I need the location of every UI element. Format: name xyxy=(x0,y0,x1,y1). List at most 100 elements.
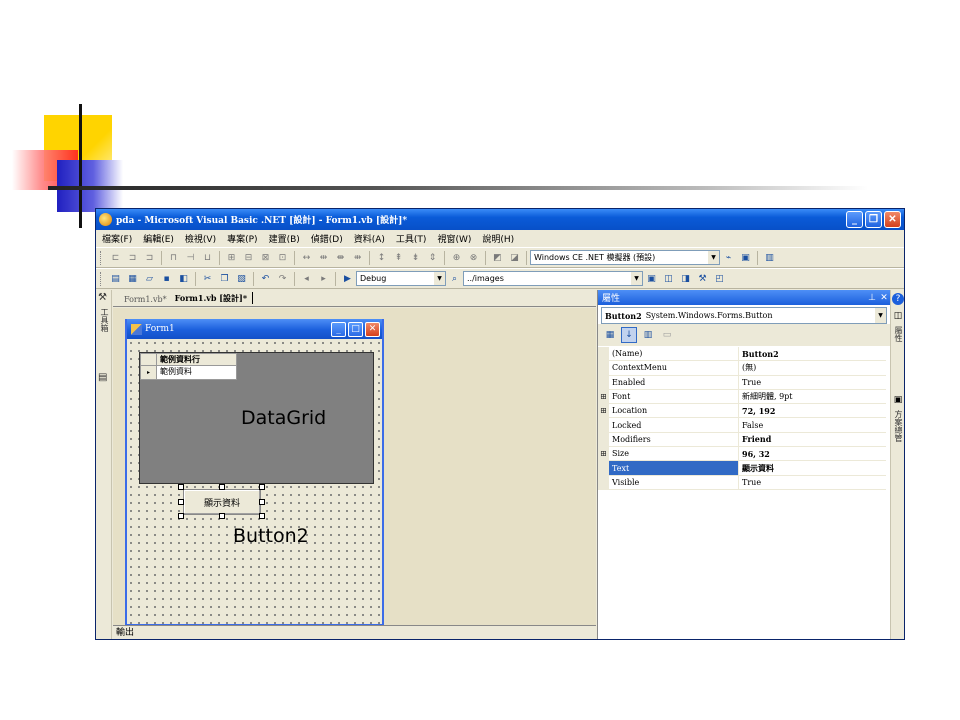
property-value[interactable]: 新細明體, 9pt xyxy=(739,390,886,403)
vertical-spacing-icon[interactable]: ↕ xyxy=(375,251,388,264)
remove-spacing-icon[interactable]: ⇻ xyxy=(351,251,364,264)
navigate-back-icon[interactable]: ◂ xyxy=(300,272,313,285)
property-row[interactable]: ContextMenu (無) xyxy=(598,361,886,376)
datagrid-cell[interactable]: 範例資料 xyxy=(157,366,237,380)
same-height-icon[interactable]: ⊠ xyxy=(259,251,272,264)
configuration-combo[interactable]: Debug ▼ xyxy=(356,271,446,286)
new-project-icon[interactable]: ▤ xyxy=(109,272,122,285)
find-in-files-icon[interactable]: ⌕ xyxy=(448,272,461,285)
property-name[interactable]: Enabled xyxy=(609,375,739,389)
minimize-button[interactable]: _ xyxy=(846,211,863,228)
property-value[interactable]: 72, 192 xyxy=(739,404,886,417)
property-row[interactable]: Modifiers Friend xyxy=(598,432,886,448)
alphabetical-icon[interactable]: ↓ xyxy=(621,327,637,343)
redo-icon[interactable]: ↷ xyxy=(276,272,289,285)
resize-handle-ne[interactable] xyxy=(259,484,265,490)
decrease-vspacing-icon[interactable]: ⇟ xyxy=(409,251,422,264)
property-value[interactable]: (無) xyxy=(739,361,886,374)
help-icon[interactable]: ? xyxy=(892,293,904,305)
bring-to-front-icon[interactable]: ◩ xyxy=(491,251,504,264)
resize-handle-nw[interactable] xyxy=(178,484,184,490)
device-options-icon[interactable]: ▣ xyxy=(739,251,752,264)
send-to-back-icon[interactable]: ◪ xyxy=(508,251,521,264)
form1-window[interactable]: Form1 _ □ ✕ 範例資料行 ▸ 範例資料 DataGrid 顯示資料 B… xyxy=(125,319,384,626)
resize-handle-w[interactable] xyxy=(178,499,184,505)
align-lefts-icon[interactable]: ⊏ xyxy=(109,251,122,264)
property-value[interactable]: False xyxy=(739,418,886,431)
menu-help[interactable]: 說明(H) xyxy=(482,232,514,245)
navigate-forward-icon[interactable]: ▸ xyxy=(317,272,330,285)
menu-data[interactable]: 資料(A) xyxy=(354,232,385,245)
property-row[interactable]: (Name) Button2 xyxy=(598,347,886,362)
properties-tab-label[interactable]: 屬性 xyxy=(893,326,904,342)
resize-handle-e[interactable] xyxy=(259,499,265,505)
solution-explorer-tab-icon[interactable]: ▣ xyxy=(892,394,904,406)
categorized-icon[interactable]: ▦ xyxy=(602,327,618,343)
property-name[interactable]: Modifiers xyxy=(609,432,739,447)
form-close-icon[interactable]: ✕ xyxy=(365,321,380,337)
menu-tools[interactable]: 工具(T) xyxy=(396,232,427,245)
form1-body[interactable]: 範例資料行 ▸ 範例資料 DataGrid 顯示資料 Button2 xyxy=(127,339,382,624)
properties-view-icon[interactable]: ▥ xyxy=(640,327,656,343)
undo-icon[interactable]: ↶ xyxy=(259,272,272,285)
server-explorer-tab-icon[interactable]: ▤ xyxy=(98,372,107,383)
toolbar-grip[interactable] xyxy=(100,250,103,265)
datagrid-row[interactable]: ▸ 範例資料 xyxy=(140,366,237,380)
resize-handle-se[interactable] xyxy=(259,513,265,519)
property-name[interactable]: Text xyxy=(609,461,739,475)
expand-icon[interactable]: ⊞ xyxy=(598,447,609,461)
resize-handle-sw[interactable] xyxy=(178,513,184,519)
property-value[interactable]: True xyxy=(739,376,886,389)
property-name[interactable]: Size xyxy=(609,447,739,461)
add-item-icon[interactable]: ▦ xyxy=(126,272,139,285)
center-horizontally-icon[interactable]: ⊕ xyxy=(450,251,463,264)
restore-button[interactable]: ❐ xyxy=(865,211,882,228)
property-row-selected[interactable]: Text 顯示資料 xyxy=(598,461,886,476)
object-browser-icon[interactable]: ◨ xyxy=(679,272,692,285)
solution-explorer-icon[interactable]: ▣ xyxy=(645,272,658,285)
paste-icon[interactable]: ▧ xyxy=(235,272,248,285)
solution-explorer-tab-label[interactable]: 方案總管 xyxy=(893,410,904,442)
property-row[interactable]: ⊞ Size 96, 32 xyxy=(598,447,886,462)
align-centers-icon[interactable]: ⊐ xyxy=(126,251,139,264)
close-button[interactable]: ✕ xyxy=(884,211,901,228)
window-titlebar[interactable]: pda - Microsoft Visual Basic .NET [設計] -… xyxy=(96,209,904,230)
menu-build[interactable]: 建置(B) xyxy=(269,232,300,245)
align-middles-icon[interactable]: ⊣ xyxy=(184,251,197,264)
form-designer-surface[interactable]: Form1 _ □ ✕ 範例資料行 ▸ 範例資料 DataGrid 顯示資料 B… xyxy=(113,308,596,626)
output-panel-tab[interactable]: 輸出 xyxy=(113,625,596,639)
menu-view[interactable]: 檢視(V) xyxy=(185,232,216,245)
properties-window-icon[interactable]: ◫ xyxy=(662,272,675,285)
expand-icon[interactable]: ⊞ xyxy=(598,404,609,418)
property-value[interactable]: True xyxy=(739,476,886,489)
form1-titlebar[interactable]: Form1 _ □ ✕ xyxy=(127,319,382,339)
device-toolbar-icon[interactable]: ▥ xyxy=(763,251,776,264)
menu-file[interactable]: 檔案(F) xyxy=(102,232,132,245)
datagrid-column-header[interactable]: 範例資料行 xyxy=(157,353,237,366)
property-row[interactable]: ⊞ Location 72, 192 xyxy=(598,404,886,419)
connect-device-icon[interactable]: ⌁ xyxy=(722,251,735,264)
property-name[interactable]: Location xyxy=(609,404,739,418)
property-name[interactable]: ContextMenu xyxy=(609,361,739,375)
button2-control[interactable]: 顯示資料 xyxy=(183,489,261,515)
chevron-down-icon[interactable]: ▼ xyxy=(708,251,719,264)
remove-vspacing-icon[interactable]: ⇕ xyxy=(426,251,439,264)
expand-icon[interactable]: ⊞ xyxy=(598,389,609,404)
align-bottoms-icon[interactable]: ⊔ xyxy=(201,251,214,264)
menu-project[interactable]: 專案(P) xyxy=(227,232,257,245)
form-maximize-icon[interactable]: □ xyxy=(348,321,363,337)
menu-debug[interactable]: 偵錯(D) xyxy=(311,232,343,245)
align-tops-icon[interactable]: ⊓ xyxy=(167,251,180,264)
tab-designer[interactable]: Form1.vb [設計]* xyxy=(171,293,253,306)
property-name[interactable]: (Name) xyxy=(609,347,739,361)
pin-icon[interactable]: ⊥ xyxy=(866,293,878,303)
properties-close-icon[interactable]: ✕ xyxy=(878,293,890,303)
property-row[interactable]: Enabled True xyxy=(598,375,886,390)
resize-handle-n[interactable] xyxy=(219,484,225,490)
tab-code[interactable]: Form1.vb* xyxy=(121,295,172,306)
property-row[interactable]: ⊞ Font 新細明體, 9pt xyxy=(598,389,886,405)
align-rights-icon[interactable]: ⊐ xyxy=(143,251,156,264)
property-name[interactable]: Font xyxy=(609,389,739,404)
toolbox-tab-icon[interactable]: ⚒ xyxy=(98,292,107,303)
property-value[interactable]: Friend xyxy=(739,433,886,446)
